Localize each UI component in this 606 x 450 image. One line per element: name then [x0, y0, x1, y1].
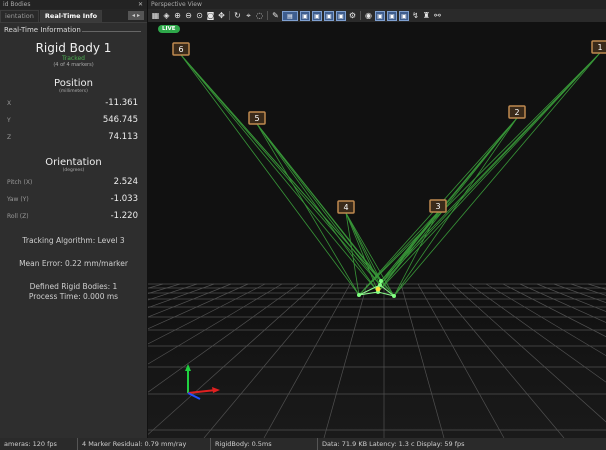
status-data-latency: Data: 71.9 KB Latency: 1.3 c Display: 59…: [322, 440, 465, 448]
grid-icon[interactable]: ▦: [151, 11, 160, 20]
view-mode-icon[interactable]: ▣: [336, 10, 346, 21]
process-time: Process Time: 0.000 ms: [28, 292, 119, 301]
group-title: Real-Time Information: [0, 23, 147, 37]
camera-marker[interactable]: 5: [248, 111, 266, 125]
position-y-row: Y 546.745: [7, 115, 138, 125]
camera-marker[interactable]: 1: [591, 40, 606, 54]
view-mode-icon[interactable]: ▣: [324, 10, 334, 21]
zoom-fit-icon[interactable]: ⊙: [195, 11, 204, 20]
viewport-toolbar: ▦ ◈ ⊕ ⊖ ⊙ ◙ ✥ ↻ ⌖ ◌ ✎ ▤ ▣ ▣ ▣ ▣ ⚙ ◉ ▣ ▣ …: [148, 9, 606, 22]
snapshot-icon[interactable]: ◙: [206, 11, 215, 20]
camera-label: 2: [514, 108, 519, 117]
position-y-value: 546.745: [102, 115, 138, 125]
position-x-value: -11.361: [105, 98, 138, 108]
orientation-title: Orientation: [45, 157, 102, 168]
roll-value: -1.220: [110, 211, 138, 221]
live-badge[interactable]: LIVE: [158, 25, 180, 33]
pan-icon[interactable]: ✥: [217, 11, 226, 20]
toolbar-separator: [267, 11, 268, 20]
rotate-icon[interactable]: ↻: [233, 11, 242, 20]
viewport-title: Perspective View: [148, 0, 606, 9]
camera-marker[interactable]: 3: [429, 199, 447, 213]
position-x-row: X -11.361: [7, 98, 138, 108]
settings-icon[interactable]: ⚙: [348, 11, 357, 20]
position-z-value: 74.113: [108, 132, 138, 142]
toolbar-separator: [229, 11, 230, 20]
panel-title: id Bodies: [3, 1, 31, 8]
pitch-value: 2.524: [113, 177, 138, 187]
mean-error: Mean Error: 0.22 mm/marker: [19, 259, 128, 268]
scene-svg: 6 5 4 3 2 1: [148, 22, 606, 438]
rigid-bodies-panel: id Bodies ✕ ientation Real-Time Info ◂ ▸…: [0, 0, 148, 438]
tab-scroll-arrows-icon[interactable]: ◂ ▸: [128, 11, 144, 20]
orientation-unit: (degrees): [62, 168, 85, 173]
tracking-status: Tracked: [62, 55, 85, 62]
marker-icon[interactable]: ◌: [255, 11, 264, 20]
perspective-view-pane: Perspective View ▦ ◈ ⊕ ⊖ ⊙ ◙ ✥ ↻ ⌖ ◌ ✎ ▤…: [148, 0, 606, 438]
link-icon[interactable]: ⚯: [433, 11, 442, 20]
view-mode-icon[interactable]: ▣: [300, 10, 310, 21]
defined-rigid-bodies: Defined Rigid Bodies: 1: [29, 282, 118, 291]
camera-label: 1: [597, 43, 602, 52]
zoom-in-icon[interactable]: ⊕: [173, 11, 182, 20]
brush-icon[interactable]: ✎: [271, 11, 280, 20]
camera-marker[interactable]: 2: [508, 105, 526, 119]
marker-count: (4 of 4 markers): [53, 62, 94, 68]
camera-marker[interactable]: 6: [172, 42, 190, 56]
camera-cube-icon[interactable]: ◈: [162, 11, 171, 20]
rigid-body-name: Rigid Body 1: [35, 41, 112, 55]
yaw-row: Yaw (Y) -1.033: [7, 194, 138, 204]
view-mode-icon[interactable]: ▣: [312, 10, 322, 21]
eye-icon[interactable]: ◉: [364, 11, 373, 20]
led-icon[interactable]: ▤: [282, 10, 298, 21]
tab-orientation[interactable]: ientation: [0, 10, 39, 22]
select-icon[interactable]: ⌖: [244, 11, 253, 20]
zoom-out-icon[interactable]: ⊖: [184, 11, 193, 20]
camera-label: 6: [178, 45, 183, 54]
camera-marker[interactable]: 4: [337, 200, 355, 214]
toolbar-separator: [360, 11, 361, 20]
status-rigidbody: RigidBody: 0.5ms: [211, 438, 318, 450]
status-bar: ameras: 120 fps 4 Marker Residual: 0.79 …: [0, 438, 606, 450]
roll-row: Roll (Z) -1.220: [7, 211, 138, 221]
view-mode-icon[interactable]: ▣: [399, 10, 409, 21]
status-residual: 4 Marker Residual: 0.79 mm/ray: [78, 438, 211, 450]
tracking-algorithm: Tracking Algorithm: Level 3: [22, 236, 125, 245]
tab-bar: ientation Real-Time Info ◂ ▸: [0, 9, 147, 23]
axis-tool-icon[interactable]: ↯: [411, 11, 420, 20]
panel-title-bar: id Bodies ✕: [0, 0, 147, 9]
camera-label: 4: [343, 203, 348, 212]
yaw-value: -1.033: [110, 194, 138, 204]
close-icon[interactable]: ✕: [138, 0, 143, 9]
camera-label: 5: [254, 114, 259, 123]
view-mode-icon[interactable]: ▣: [387, 10, 397, 21]
tab-real-time-info[interactable]: Real-Time Info: [39, 10, 103, 22]
position-z-row: Z 74.113: [7, 132, 138, 142]
position-unit: (millimeters): [59, 89, 88, 94]
pitch-row: Pitch (X) 2.524: [7, 177, 138, 187]
3d-viewport[interactable]: 6 5 4 3 2 1 LIVE: [148, 22, 606, 438]
position-title: Position: [54, 78, 93, 89]
status-cameras: ameras: 120 fps: [0, 438, 78, 450]
skeleton-icon[interactable]: ♜: [422, 11, 431, 20]
camera-label: 3: [435, 202, 440, 211]
view-mode-icon[interactable]: ▣: [375, 10, 385, 21]
